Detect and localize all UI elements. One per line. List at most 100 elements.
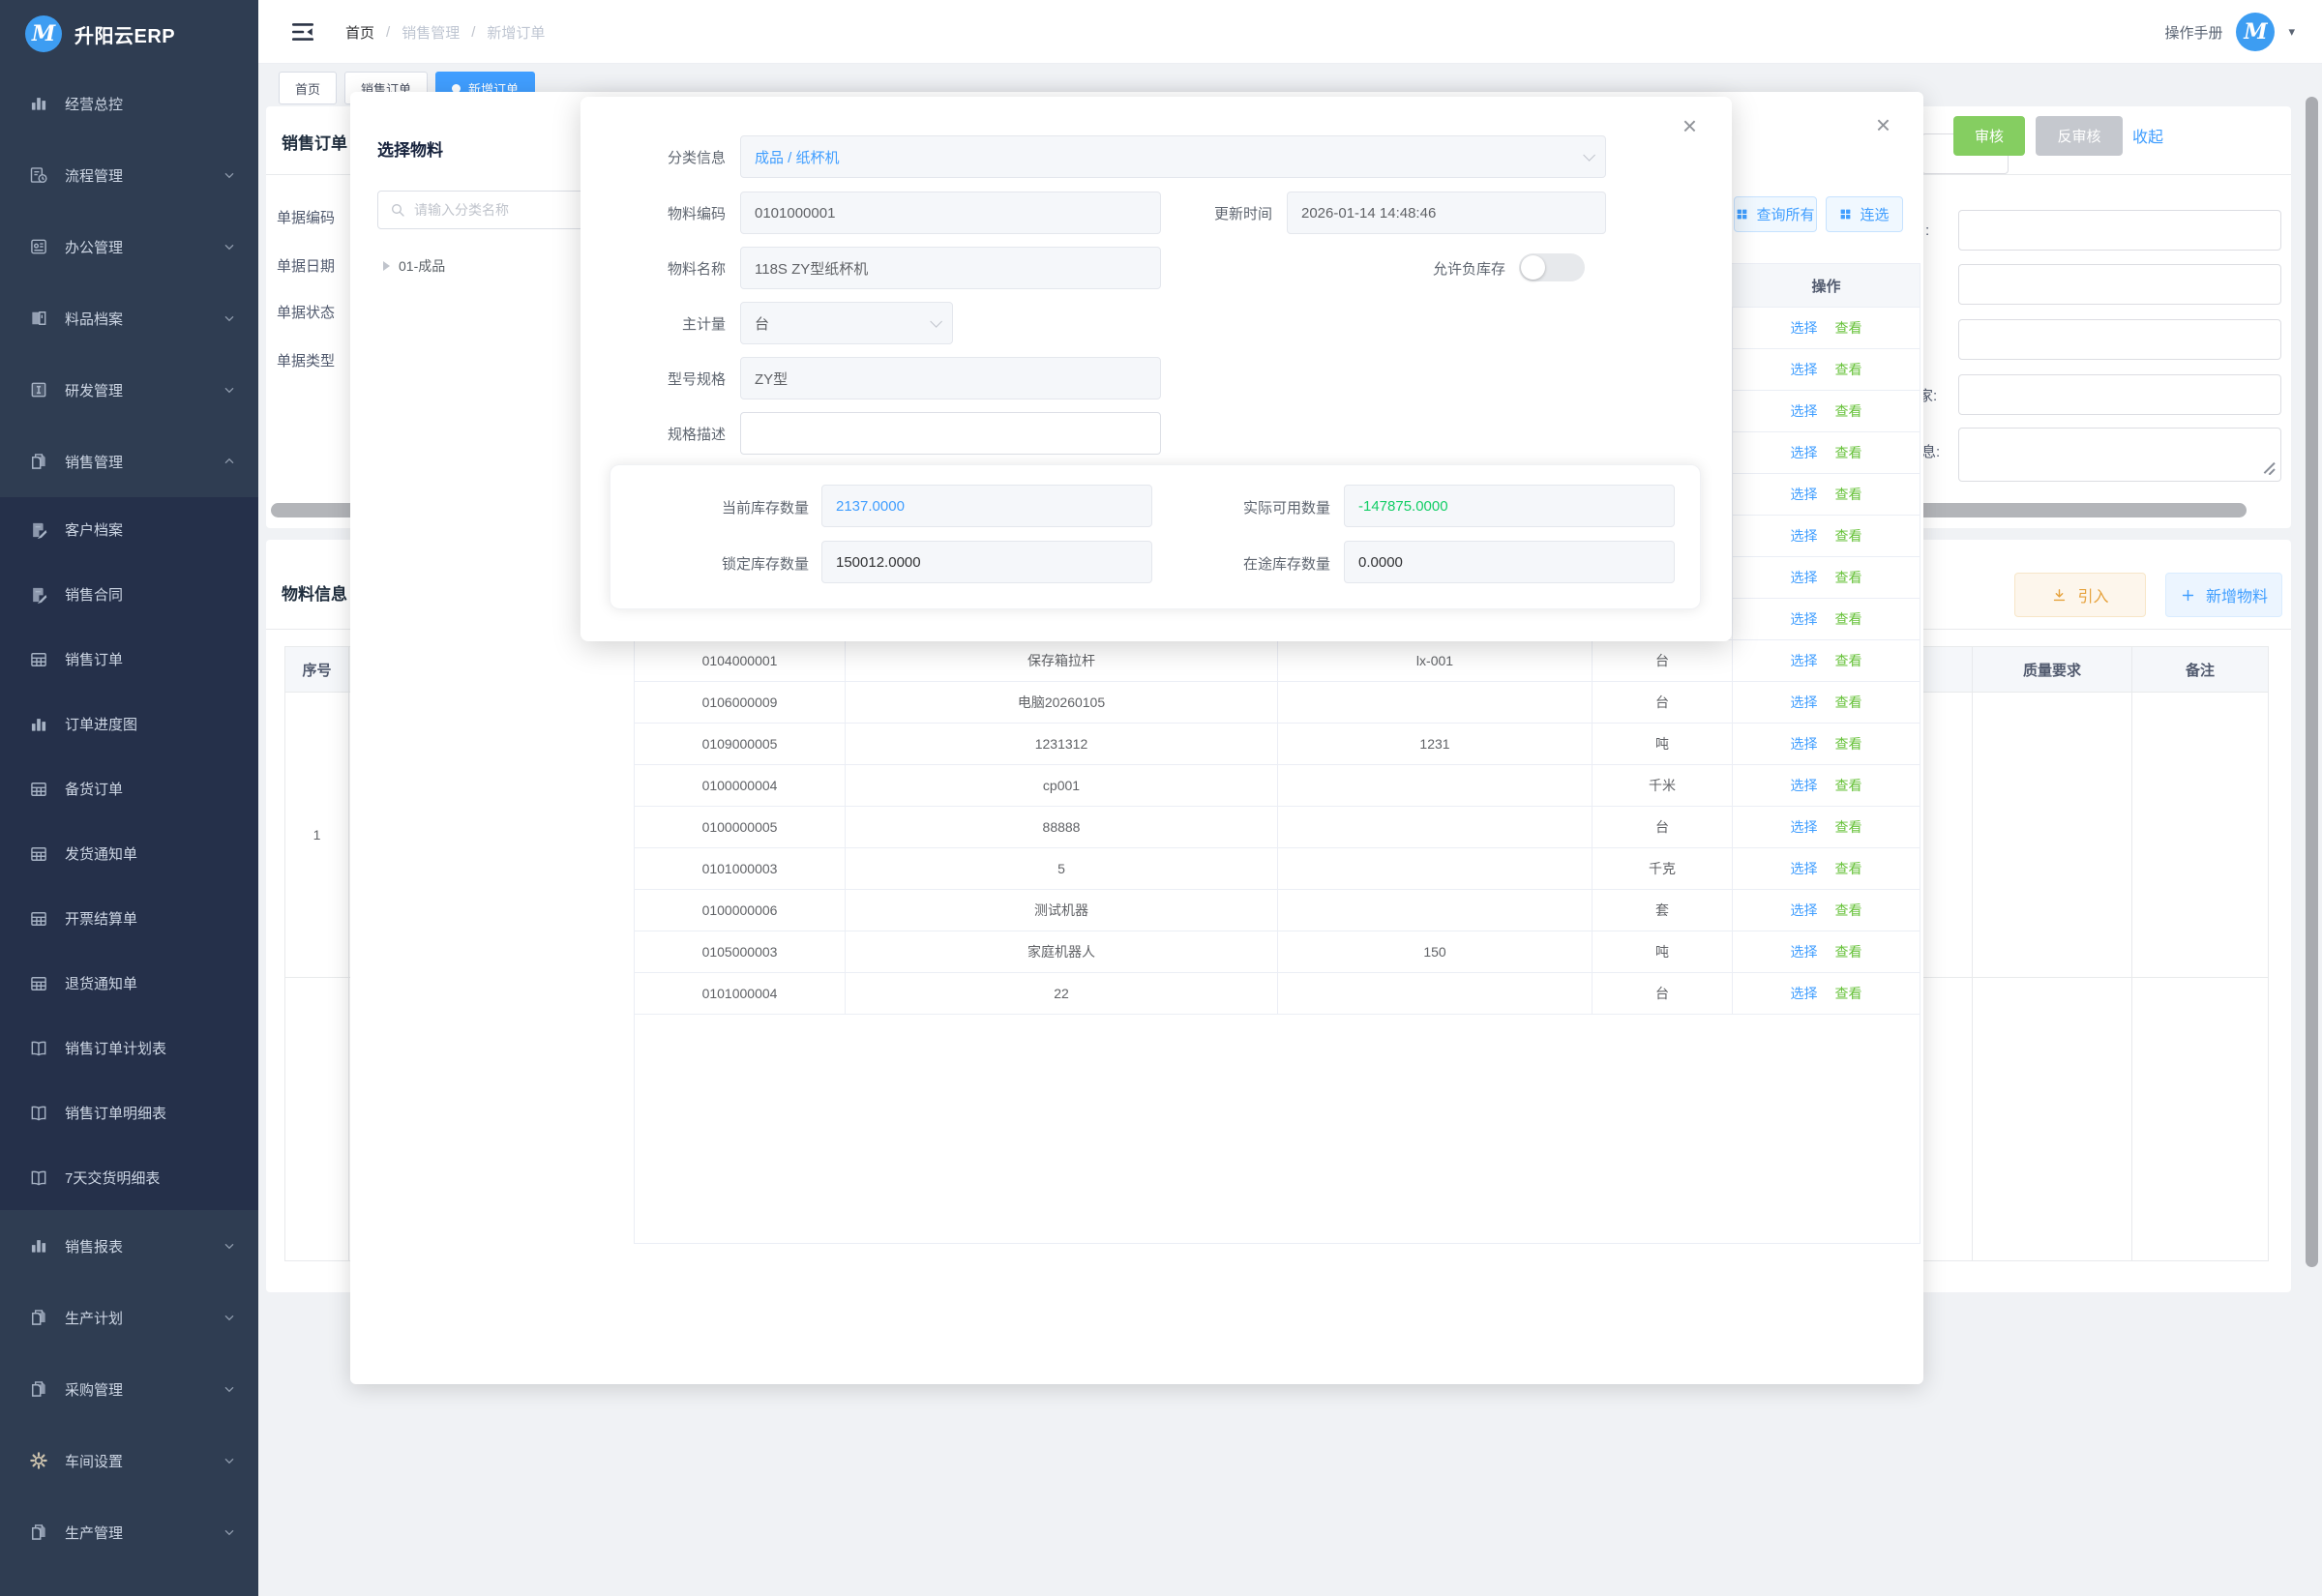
main-unit-select[interactable]: 台 [740, 302, 953, 344]
picker-table-row[interactable]: 0100000005 88888 台 选择 查看 [635, 807, 1920, 848]
current-stock-field[interactable]: 2137.0000 [821, 485, 1152, 527]
view-link[interactable]: 查看 [1835, 360, 1862, 379]
sidebar-item[interactable]: 订单进度图 [0, 692, 258, 756]
view-link[interactable]: 查看 [1835, 984, 1862, 1003]
view-link[interactable]: 查看 [1835, 443, 1862, 462]
select-link[interactable]: 选择 [1791, 485, 1818, 504]
sidebar-item[interactable]: 7天交货明细表 [0, 1145, 258, 1210]
sidebar-item[interactable]: 销售合同 [0, 562, 258, 627]
audit-button[interactable]: 审核 [1953, 116, 2025, 156]
select-link[interactable]: 选择 [1791, 568, 1818, 587]
picker-table-row[interactable]: 0106000009 电脑20260105 台 选择 查看 [635, 682, 1920, 724]
order-right-input[interactable] [1958, 264, 2281, 305]
collapse-link[interactable]: 收起 [2132, 124, 2163, 147]
locked-stock-field[interactable]: 150012.0000 [821, 541, 1152, 583]
sidebar-item[interactable]: 车间设置 [0, 1425, 258, 1496]
order-right-input[interactable] [1958, 374, 2281, 415]
unaudit-button[interactable]: 反审核 [2036, 116, 2123, 156]
picker-table-row[interactable]: 0100000004 cp001 千米 选择 查看 [635, 765, 1920, 807]
sidebar-item[interactable]: 销售管理 [0, 426, 258, 497]
code-field[interactable]: 0101000001 [740, 192, 1161, 234]
query-all-button[interactable]: 查询所有 [1734, 196, 1817, 232]
collapse-sidebar-icon[interactable] [290, 19, 315, 44]
sidebar-item[interactable]: 销售订单 [0, 627, 258, 692]
select-link[interactable]: 选择 [1791, 609, 1818, 629]
view-link[interactable]: 查看 [1835, 401, 1862, 421]
select-link[interactable]: 选择 [1791, 776, 1818, 795]
picker-table-row[interactable]: 0104000001 保存箱拉杆 lx-001 台 选择 查看 [635, 640, 1920, 682]
breadcrumb-item[interactable]: 销售管理/ [402, 22, 487, 43]
sidebar-item[interactable]: 销售报表 [0, 1210, 258, 1282]
picker-table-row[interactable]: 0105000003 家庭机器人 150 吨 选择 查看 [635, 931, 1920, 973]
allow-negative-toggle[interactable] [1519, 253, 1585, 281]
sidebar-item[interactable]: 办公管理 [0, 211, 258, 282]
select-link[interactable]: 选择 [1791, 360, 1818, 379]
picker-table-row[interactable]: 0101000004 22 台 选择 查看 [635, 973, 1920, 1015]
sidebar-item[interactable]: 退货通知单 [0, 951, 258, 1016]
quality-cell[interactable] [1973, 693, 2132, 977]
select-link[interactable]: 选择 [1791, 651, 1818, 670]
sidebar-item[interactable]: 生产计划 [0, 1282, 258, 1353]
select-link[interactable]: 选择 [1791, 526, 1818, 546]
sidebar-item[interactable]: 料品档案 [0, 282, 258, 354]
transit-stock-field[interactable]: 0.0000 [1344, 541, 1675, 583]
picker-table-row[interactable]: 0109000005 1231312 1231 吨 选择 查看 [635, 724, 1920, 765]
select-link[interactable]: 选择 [1791, 693, 1818, 712]
spec-desc-field[interactable] [740, 412, 1161, 455]
user-caret-down-icon[interactable]: ▾ [2288, 24, 2295, 40]
sidebar-item[interactable]: 经营总控 [0, 68, 258, 139]
category-tree-node[interactable]: 01-成品 [383, 256, 445, 276]
breadcrumb-item[interactable]: 首页/ [345, 22, 402, 43]
view-link[interactable]: 查看 [1835, 776, 1862, 795]
sidebar-item[interactable]: 发货通知单 [0, 821, 258, 886]
select-link[interactable]: 选择 [1791, 734, 1818, 754]
sidebar-item[interactable]: 流程管理 [0, 139, 258, 211]
order-right-input[interactable] [1958, 319, 2281, 360]
select-link[interactable]: 选择 [1791, 401, 1818, 421]
view-link[interactable]: 查看 [1835, 651, 1862, 670]
view-link[interactable]: 查看 [1835, 693, 1862, 712]
view-link[interactable]: 查看 [1835, 734, 1862, 754]
order-right-input[interactable] [1958, 210, 2281, 251]
view-link[interactable]: 查看 [1835, 901, 1862, 920]
model-field[interactable]: ZY型 [740, 357, 1161, 399]
select-link[interactable]: 选择 [1791, 901, 1818, 920]
view-link[interactable]: 查看 [1835, 609, 1862, 629]
select-link[interactable]: 选择 [1791, 984, 1818, 1003]
order-remark-textarea[interactable] [1958, 428, 2281, 482]
select-link[interactable]: 选择 [1791, 859, 1818, 878]
select-link[interactable]: 选择 [1791, 443, 1818, 462]
picker-table-row[interactable]: 0100000006 测试机器 套 选择 查看 [635, 890, 1920, 931]
textarea-resize-handle-icon[interactable] [2262, 461, 2276, 475]
sidebar-item[interactable]: 生产管理 [0, 1496, 258, 1568]
tree-expand-caret-icon[interactable] [383, 261, 390, 271]
multi-select-button[interactable]: 连选 [1826, 196, 1903, 232]
view-link[interactable]: 查看 [1835, 859, 1862, 878]
breadcrumb-item[interactable]: 新增订单/ [487, 22, 545, 43]
view-link[interactable]: 查看 [1835, 526, 1862, 546]
import-button[interactable]: 引入 [2014, 573, 2146, 617]
view-link[interactable]: 查看 [1835, 318, 1862, 338]
view-link[interactable]: 查看 [1835, 817, 1862, 837]
avatar[interactable]: M [2236, 13, 2275, 51]
select-link[interactable]: 选择 [1791, 817, 1818, 837]
remark-cell[interactable] [2132, 693, 2268, 977]
updated-field[interactable]: 2026-01-14 14:48:46 [1287, 192, 1606, 234]
sidebar-item[interactable]: 销售订单明细表 [0, 1080, 258, 1145]
sidebar-item[interactable]: 开票结算单 [0, 886, 258, 951]
select-link[interactable]: 选择 [1791, 942, 1818, 961]
view-link[interactable]: 查看 [1835, 942, 1862, 961]
name-field[interactable]: 118S ZY型纸杯机 [740, 247, 1161, 289]
select-link[interactable]: 选择 [1791, 318, 1818, 338]
sidebar-item[interactable]: 采购管理 [0, 1353, 258, 1425]
picker-modal-close-icon[interactable]: × [1876, 115, 1890, 134]
view-link[interactable]: 查看 [1835, 568, 1862, 587]
manual-link[interactable]: 操作手册 [2164, 22, 2222, 43]
sidebar-item[interactable]: 研发管理 [0, 354, 258, 426]
sidebar-item[interactable]: 客户档案 [0, 497, 258, 562]
sidebar-item[interactable]: 销售订单计划表 [0, 1016, 258, 1080]
page-tab[interactable]: 首页 [279, 72, 337, 104]
available-field[interactable]: -147875.0000 [1344, 485, 1675, 527]
view-link[interactable]: 查看 [1835, 485, 1862, 504]
picker-table-row[interactable]: 0101000003 5 千克 选择 查看 [635, 848, 1920, 890]
